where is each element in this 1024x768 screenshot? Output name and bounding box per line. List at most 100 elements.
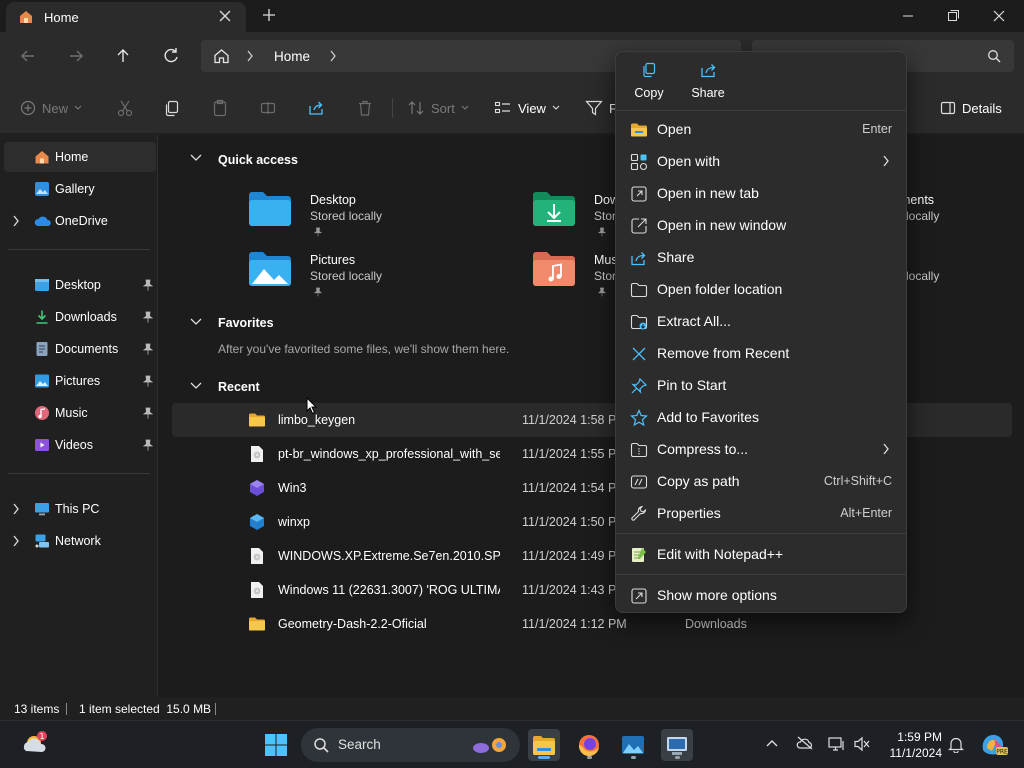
copy-button[interactable] <box>163 98 181 118</box>
taskbar-search[interactable]: Search <box>301 728 520 762</box>
filter-button[interactable]: F <box>585 98 617 118</box>
collapse-favorites-icon[interactable] <box>190 318 202 326</box>
pin-icon[interactable] <box>143 439 153 451</box>
sidebar-item-music[interactable]: Music <box>4 398 156 428</box>
menu-item-copy-as-path[interactable]: Copy as path Ctrl+Shift+C <box>620 466 904 496</box>
share-button[interactable] <box>307 98 325 118</box>
clock-time[interactable]: 1:59 PM <box>884 730 942 744</box>
sidebar-item-onedrive[interactable]: OneDrive <box>4 206 156 236</box>
sidebar-item-documents[interactable]: Documents <box>4 334 156 364</box>
videos-folder-icon <box>34 437 50 453</box>
status-bar: 13 items 1 item selected 15.0 MB <box>0 697 1024 720</box>
cut-button[interactable] <box>116 98 134 118</box>
disc-image-file-icon <box>248 581 266 599</box>
context-menu: Copy Share Open Enter Open with Open in … <box>615 51 907 613</box>
pin-icon[interactable] <box>143 343 153 355</box>
close-window-button[interactable] <box>987 6 1011 26</box>
breadcrumb-chevron-icon[interactable] <box>329 50 337 62</box>
virtual-machine-icon <box>248 479 266 497</box>
sidebar-item-network[interactable]: Network <box>4 526 156 556</box>
paste-button[interactable] <box>211 98 229 118</box>
breadcrumb-home[interactable]: Home <box>274 49 310 64</box>
status-divider <box>215 703 216 715</box>
notification-bell-icon[interactable] <box>948 736 964 753</box>
context-copy-button[interactable]: Copy <box>619 62 679 108</box>
cut-icon <box>117 100 133 117</box>
virtualbox-taskbar-icon[interactable] <box>661 729 693 761</box>
menu-item-show-more-options[interactable]: Show more options <box>620 580 904 610</box>
menu-item-compress-to[interactable]: Compress to... <box>620 434 904 464</box>
menu-item-open-with[interactable]: Open with <box>620 146 904 176</box>
pin-icon <box>630 377 648 395</box>
details-button[interactable]: Details <box>940 98 1002 118</box>
back-button[interactable] <box>18 46 38 66</box>
quick-access-item-desktop[interactable]: Desktop Stored locally <box>248 191 508 245</box>
firefox-taskbar-icon[interactable] <box>573 729 605 761</box>
pin-icon[interactable] <box>143 279 153 291</box>
search-icon <box>313 737 329 753</box>
context-share-button[interactable]: Share <box>678 62 738 108</box>
copilot-icon[interactable]: PRE <box>978 730 1008 758</box>
chevron-up-icon[interactable] <box>766 739 778 747</box>
pin-icon[interactable] <box>143 311 153 323</box>
restore-button[interactable] <box>941 6 965 26</box>
menu-item-open-folder-location[interactable]: Open folder location <box>620 274 904 304</box>
new-button[interactable]: New <box>20 98 82 118</box>
menu-item-edit-with-notepadpp[interactable]: Edit with Notepad++ <box>620 539 904 569</box>
volume-muted-icon[interactable] <box>853 736 871 752</box>
file-explorer-taskbar-icon[interactable] <box>528 729 560 761</box>
close-tab-icon[interactable] <box>218 9 232 23</box>
onedrive-offline-icon[interactable] <box>796 736 814 750</box>
display-icon[interactable] <box>828 736 844 752</box>
view-button[interactable]: View <box>494 98 560 118</box>
menu-item-add-to-favorites[interactable]: Add to Favorites <box>620 402 904 432</box>
pin-icon[interactable] <box>143 407 153 419</box>
sidebar-item-home[interactable]: Home <box>4 142 156 172</box>
new-tab-button[interactable] <box>262 8 276 22</box>
menu-item-pin-to-start[interactable]: Pin to Start <box>620 370 904 400</box>
sidebar-item-gallery[interactable]: Gallery <box>4 174 156 204</box>
chevron-right-icon[interactable] <box>12 215 20 227</box>
running-indicator <box>587 756 592 759</box>
pin-icon[interactable] <box>143 375 153 387</box>
desktop-folder-icon <box>248 191 292 227</box>
image-app-taskbar-icon[interactable] <box>617 729 649 761</box>
menu-item-extract-all[interactable]: Extract All... <box>620 306 904 336</box>
delete-button[interactable] <box>356 98 374 118</box>
chevron-right-icon[interactable] <box>12 535 20 547</box>
clock-date[interactable]: 11/1/2024 <box>884 746 943 760</box>
breadcrumb-chevron-icon <box>246 50 254 62</box>
pin-icon <box>598 227 606 237</box>
sidebar-item-pictures[interactable]: Pictures <box>4 366 156 396</box>
start-button[interactable] <box>260 729 292 761</box>
pin-icon <box>314 227 322 237</box>
minimize-button[interactable] <box>896 6 920 26</box>
menu-item-remove-from-recent[interactable]: Remove from Recent <box>620 338 904 368</box>
menu-item-open-in-new-tab[interactable]: Open in new tab <box>620 178 904 208</box>
share-icon <box>309 101 323 115</box>
sidebar-item-videos[interactable]: Videos <box>4 430 156 460</box>
sidebar-item-downloads[interactable]: Downloads <box>4 302 156 332</box>
forward-button[interactable] <box>66 46 86 66</box>
menu-item-open[interactable]: Open Enter <box>620 114 904 144</box>
collapse-quick-access-icon[interactable] <box>190 154 202 162</box>
weather-widget-icon[interactable]: 1 <box>20 729 50 759</box>
sort-button[interactable]: Sort <box>407 98 469 118</box>
tab-home[interactable]: Home <box>6 2 246 32</box>
copy-icon <box>641 62 657 78</box>
downloads-folder-icon <box>532 191 576 227</box>
search-label: Search <box>338 737 381 752</box>
rename-button[interactable] <box>259 98 277 118</box>
menu-item-open-in-new-window[interactable]: Open in new window <box>620 210 904 240</box>
sidebar-item-desktop[interactable]: Desktop <box>4 270 156 300</box>
quick-access-item-pictures[interactable]: Pictures Stored locally <box>248 251 508 305</box>
filter-icon <box>585 100 603 116</box>
menu-divider <box>616 110 906 111</box>
menu-item-share[interactable]: Share <box>620 242 904 272</box>
up-button[interactable] <box>113 46 133 66</box>
sidebar-item-this-pc[interactable]: This PC <box>4 494 156 524</box>
chevron-right-icon[interactable] <box>12 503 20 515</box>
menu-item-properties[interactable]: Properties Alt+Enter <box>620 498 904 528</box>
collapse-recent-icon[interactable] <box>190 382 202 390</box>
refresh-button[interactable] <box>161 46 181 66</box>
